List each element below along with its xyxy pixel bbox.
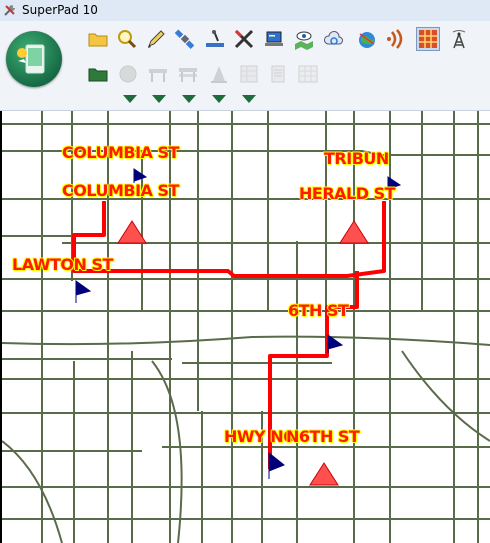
phone-gps-icon — [17, 44, 45, 74]
street-label: TRIBUN — [324, 149, 389, 168]
window-title: SuperPad 10 — [22, 3, 98, 17]
barricade-button[interactable] — [176, 62, 200, 86]
title-bar: SuperPad 10 — [0, 0, 490, 22]
open-folder-button[interactable] — [86, 27, 110, 51]
spreadsheet-icon — [298, 65, 318, 83]
circle-icon — [119, 65, 137, 83]
signal-button[interactable] — [385, 27, 409, 51]
toolbar-area — [0, 21, 490, 111]
grid-icon — [419, 30, 437, 48]
cone-icon — [211, 66, 227, 83]
flag-icon — [75, 280, 92, 303]
satellite-button[interactable] — [173, 27, 197, 51]
circle-button[interactable] — [116, 62, 140, 86]
flag-icon — [268, 451, 285, 479]
document-button[interactable] — [266, 62, 290, 86]
globe-button[interactable] — [355, 27, 379, 51]
green-folder-button[interactable] — [86, 62, 110, 86]
map-canvas[interactable]: COLUMBIA ST COLUMBIA ST TRIBUN HERALD ST… — [0, 111, 490, 543]
table-button[interactable] — [237, 62, 261, 86]
spreadsheet-button[interactable] — [296, 62, 320, 86]
draw-button[interactable] — [144, 27, 168, 51]
street-label: COLUMBIA ST — [62, 143, 179, 162]
street-label: COLUMBIA ST — [62, 181, 179, 200]
grid-button[interactable] — [416, 27, 440, 51]
street-label: HWY N6 — [224, 427, 294, 446]
eye-map-icon — [295, 31, 313, 50]
magnifier-icon — [118, 30, 137, 49]
app-logo[interactable] — [6, 31, 62, 87]
globe-icon — [359, 32, 375, 48]
measure-icon — [206, 30, 224, 47]
chevron-down-icon[interactable] — [182, 95, 196, 103]
cross-tool-button[interactable] — [232, 27, 256, 51]
warning-cone-icon — [309, 462, 339, 486]
signal-icon — [387, 29, 403, 49]
green-folder-icon — [88, 68, 108, 82]
pencil-icon — [148, 30, 165, 48]
measure-button[interactable] — [203, 27, 227, 51]
street-grid — [2, 111, 490, 543]
table-icon — [240, 65, 258, 83]
document-icon — [271, 65, 285, 83]
street-label: 6TH ST — [288, 301, 349, 320]
chevron-down-icon[interactable] — [123, 95, 137, 103]
street-map — [2, 111, 490, 543]
tower-button[interactable] — [447, 27, 471, 51]
cloud-refresh-icon — [324, 30, 343, 45]
satellite-icon — [174, 29, 195, 49]
street-label: N6TH ST — [286, 427, 360, 446]
barrier-icon — [149, 69, 167, 82]
chevron-down-icon[interactable] — [212, 95, 226, 103]
laptop-icon — [265, 31, 283, 46]
warning-cone-icon — [339, 220, 369, 244]
barricade-icon — [179, 68, 197, 82]
cloud-refresh-button[interactable] — [322, 27, 346, 51]
map-view-button[interactable] — [292, 27, 316, 51]
cross-tool-icon — [234, 29, 254, 49]
barrier-button[interactable] — [146, 62, 170, 86]
cone-button[interactable] — [207, 62, 231, 86]
zoom-button[interactable] — [115, 27, 139, 51]
street-label: LAWTON ST — [12, 255, 113, 274]
street-label: HERALD ST — [299, 184, 396, 203]
tower-icon — [452, 30, 466, 49]
open-folder-icon — [88, 33, 108, 47]
chevron-down-icon[interactable] — [152, 95, 166, 103]
chevron-down-icon[interactable] — [242, 95, 256, 103]
tools-icon — [4, 5, 15, 16]
laptop-button[interactable] — [262, 27, 286, 51]
